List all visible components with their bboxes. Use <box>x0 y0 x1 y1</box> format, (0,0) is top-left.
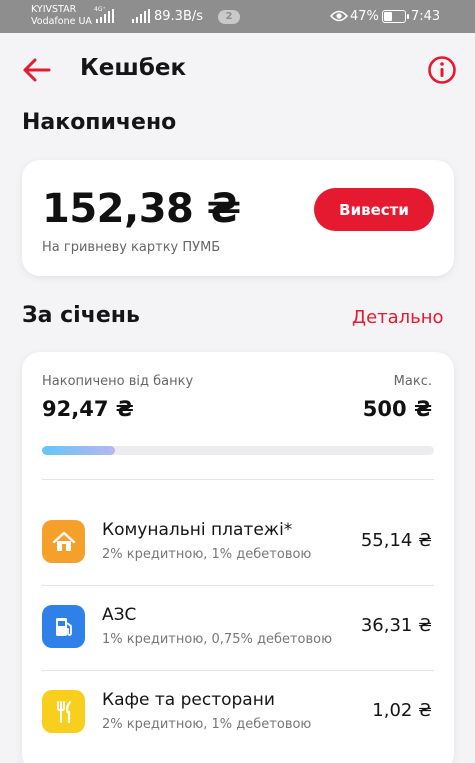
balance-subtitle: На гривневу картку ПУМБ <box>42 240 221 255</box>
accumulated-title: Накопичено <box>22 110 177 135</box>
battery-fill <box>384 12 393 21</box>
category-name: Комунальні платежі* <box>102 520 293 540</box>
info-circle-icon[interactable] <box>427 55 457 85</box>
divider <box>42 585 434 586</box>
category-rate: 2% кредитною, 1% дебетовою <box>102 547 312 562</box>
fuel-pump-icon <box>42 605 85 648</box>
carrier-1: KYIVSTAR <box>31 4 77 15</box>
battery-icon <box>382 10 409 23</box>
category-rate: 2% кредитною, 1% дебетовою <box>102 717 312 732</box>
category-amount: 55,14 ₴ <box>360 530 432 551</box>
category-rate: 1% кредитною, 0,75% дебетовою <box>102 632 333 647</box>
withdraw-button[interactable]: Вивести <box>314 188 434 231</box>
category-amount: 36,31 ₴ <box>360 615 432 636</box>
month-card: Накопичено від банку 92,47 ₴ Макс. 500 ₴… <box>22 352 454 763</box>
carrier-2: Vodafone UA <box>31 16 92 27</box>
clock: 7:43 <box>411 9 441 24</box>
bank-accumulated-label: Накопичено від банку <box>42 374 194 389</box>
balance-amount: 152,38 ₴ <box>42 186 241 232</box>
fork-knife-icon <box>42 690 85 733</box>
month-title: За січень <box>22 303 140 328</box>
category-amount: 1,02 ₴ <box>372 700 432 721</box>
page-title: Кешбек <box>80 55 187 81</box>
signal-icon-2 <box>132 9 150 23</box>
carrier-names: KYIVSTAR Vodafone UA <box>31 4 92 28</box>
signal-icon <box>96 9 114 23</box>
category-row-utilities[interactable]: Комунальні платежі* 2% кредитною, 1% деб… <box>22 520 454 604</box>
network-speed: 89.3B/s <box>154 9 204 24</box>
cashback-progress-fill <box>42 446 115 455</box>
notification-badge: 2 <box>218 10 240 24</box>
category-row-fuel[interactable]: АЗС 1% кредитною, 0,75% дебетовою 36,31 … <box>22 605 454 689</box>
category-name: АЗС <box>102 605 137 625</box>
category-name: Кафе та ресторани <box>102 690 275 710</box>
max-label: Макс. <box>393 374 432 389</box>
house-icon <box>42 520 85 563</box>
status-bar: KYIVSTAR Vodafone UA 4G⁺ 89.3B/s 2 47% 7… <box>0 0 475 33</box>
balance-card: 152,38 ₴ На гривневу картку ПУМБ Вивести <box>22 160 454 276</box>
category-row-restaurants[interactable]: Кафе та ресторани 2% кредитною, 1% дебет… <box>22 690 454 763</box>
eye-icon <box>330 10 348 22</box>
divider <box>42 479 434 480</box>
details-link[interactable]: Детально <box>352 307 444 328</box>
bank-accumulated-value: 92,47 ₴ <box>42 397 134 421</box>
max-value: 500 ₴ <box>362 397 432 421</box>
arrow-left-icon[interactable] <box>22 56 52 84</box>
divider <box>42 670 434 671</box>
cashback-progress-bar <box>42 446 434 455</box>
battery-percent: 47% <box>350 9 379 24</box>
